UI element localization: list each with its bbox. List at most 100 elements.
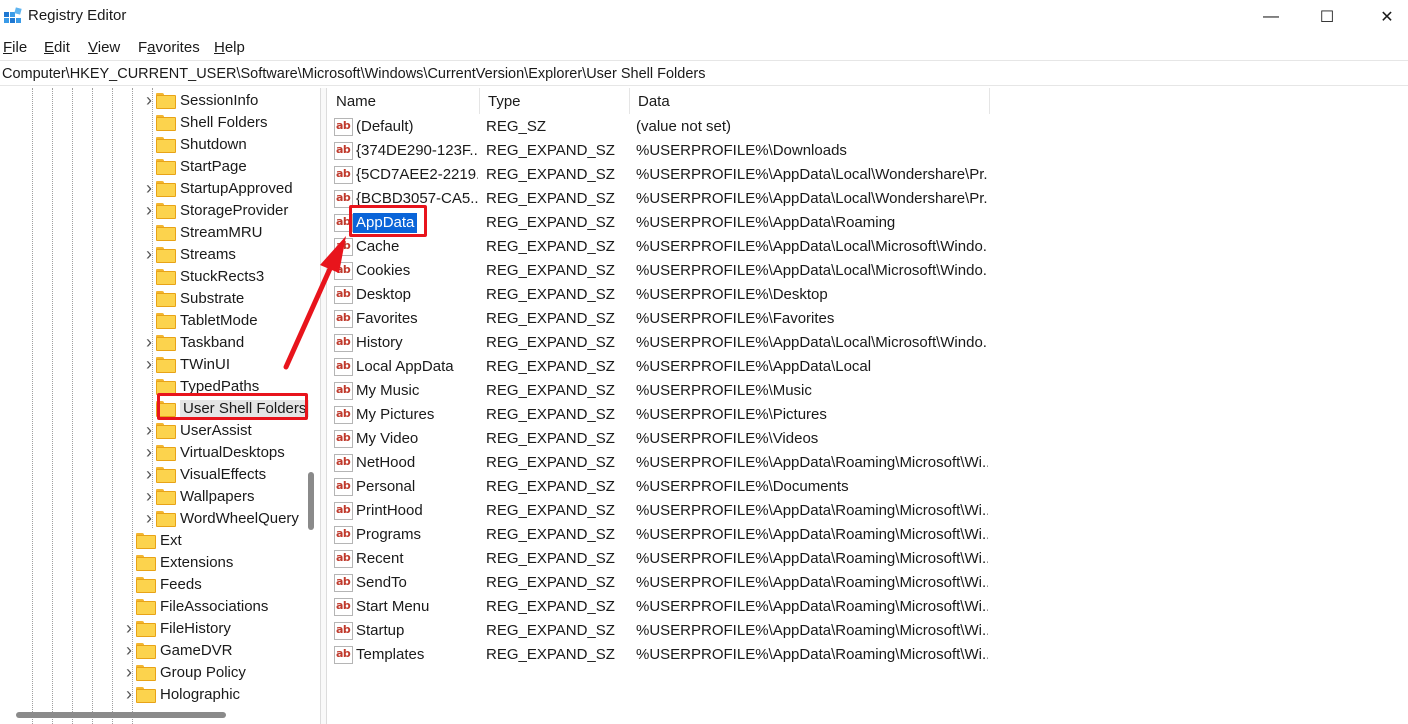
chevron-right-icon[interactable]: › (142, 177, 156, 199)
chevron-right-icon[interactable]: › (142, 331, 156, 353)
menu-help[interactable]: Help (214, 39, 245, 56)
menu-edit[interactable]: Edit (44, 39, 70, 56)
value-name: My Video (356, 430, 419, 447)
address-path: Computer\HKEY_CURRENT_USER\Software\Micr… (2, 66, 706, 82)
tree-item-shell-folders[interactable]: Shell Folders (142, 111, 268, 133)
chevron-right-icon[interactable]: › (142, 89, 156, 111)
tree-item-fileassociations[interactable]: FileAssociations (122, 595, 268, 617)
folder-icon (156, 379, 176, 395)
value-data: %USERPROFILE%\AppData\Roaming\Microsoft\… (636, 646, 988, 663)
tree-item-taskband[interactable]: › Taskband (142, 331, 244, 353)
tree-horizontal-scrollbar[interactable] (16, 712, 226, 718)
value-row-personal[interactable]: ab Personal REG_EXPAND_SZ %USERPROFILE%\Doc… (328, 475, 1028, 499)
folder-icon (136, 643, 156, 659)
chevron-right-icon[interactable]: › (142, 441, 156, 463)
value-row-cookies[interactable]: ab Cookies REG_EXPAND_SZ %USERPROFILE%\AppD… (328, 259, 1028, 283)
tree-item-label: TWinUI (180, 355, 230, 373)
values-list-pane[interactable]: Name Type Data ab (Default) REG_SZ (value n… (328, 88, 1408, 724)
tree-item-extensions[interactable]: Extensions (122, 551, 233, 573)
string-value-icon: ab (334, 406, 353, 424)
value-row-sendto[interactable]: ab SendTo REG_EXPAND_SZ %USERPROFILE%\AppDa… (328, 571, 1028, 595)
chevron-right-icon[interactable]: › (142, 507, 156, 529)
tree-item-shutdown[interactable]: Shutdown (142, 133, 247, 155)
tree-item-group-policy[interactable]: › Group Policy (122, 661, 246, 683)
chevron-right-icon[interactable]: › (142, 353, 156, 375)
chevron-right-icon[interactable]: › (142, 463, 156, 485)
value-row-start-menu[interactable]: ab Start Menu REG_EXPAND_SZ %USERPROFILE%\A… (328, 595, 1028, 619)
column-header-data[interactable]: Data (630, 88, 990, 114)
tree-item-userassist[interactable]: › UserAssist (142, 419, 252, 441)
folder-icon (156, 203, 176, 219)
value-row-local-appdata[interactable]: ab Local AppData REG_EXPAND_SZ %USERPROFILE… (328, 355, 1028, 379)
tree-item-wallpapers[interactable]: › Wallpapers (142, 485, 254, 507)
value-row-bcbd3057-ca5[interactable]: ab {BCBD3057-CA5... REG_EXPAND_SZ %USERPROF… (328, 187, 1028, 211)
chevron-right-icon[interactable]: › (142, 243, 156, 265)
value-name: Local AppData (356, 358, 454, 375)
tree-item-stuckrects3[interactable]: StuckRects3 (142, 265, 264, 287)
tree-item-filehistory[interactable]: › FileHistory (122, 617, 231, 639)
string-value-icon-text: ab (336, 575, 351, 588)
tree-vertical-scrollbar[interactable] (308, 472, 314, 530)
tree-guide-line (72, 88, 73, 724)
tree-item-streammru[interactable]: StreamMRU (142, 221, 263, 243)
column-header-type[interactable]: Type (480, 88, 630, 114)
tree-item-streams[interactable]: › Streams (142, 243, 236, 265)
value-row-history[interactable]: ab History REG_EXPAND_SZ %USERPROFILE%\AppD… (328, 331, 1028, 355)
value-row-my-video[interactable]: ab My Video REG_EXPAND_SZ %USERPROFILE%\Vid… (328, 427, 1028, 451)
value-row-desktop[interactable]: ab Desktop REG_EXPAND_SZ %USERPROFILE%\Desk… (328, 283, 1028, 307)
minimize-button[interactable]: — (1240, 0, 1302, 34)
menu-favorites[interactable]: Favorites (138, 39, 200, 56)
tree-item-substrate[interactable]: Substrate (142, 287, 244, 309)
value-row-nethood[interactable]: ab NetHood REG_EXPAND_SZ %USERPROFILE%\AppD… (328, 451, 1028, 475)
value-row-templates[interactable]: ab Templates REG_EXPAND_SZ %USERPROFILE%\Ap… (328, 643, 1028, 667)
value-row-5cd7aee2-2219[interactable]: ab {5CD7AEE2-2219... REG_EXPAND_SZ %USERPRO… (328, 163, 1028, 187)
menu-view[interactable]: View (88, 39, 120, 56)
chevron-right-icon[interactable]: › (122, 617, 136, 639)
tree-item-ext[interactable]: Ext (122, 529, 182, 551)
chevron-right-icon[interactable]: › (142, 485, 156, 507)
tree-item-sessioninfo[interactable]: › SessionInfo (142, 89, 258, 111)
address-bar[interactable]: Computer\HKEY_CURRENT_USER\Software\Micr… (0, 60, 1408, 86)
value-row-recent[interactable]: ab Recent REG_EXPAND_SZ %USERPROFILE%\AppDa… (328, 547, 1028, 571)
value-row-my-music[interactable]: ab My Music REG_EXPAND_SZ %USERPROFILE%\Mus… (328, 379, 1028, 403)
value-row-startup[interactable]: ab Startup REG_EXPAND_SZ %USERPROFILE%\AppD… (328, 619, 1028, 643)
string-value-icon-text: ab (336, 119, 351, 132)
chevron-right-icon[interactable]: › (142, 199, 156, 221)
value-row-my-pictures[interactable]: ab My Pictures REG_EXPAND_SZ %USERPROFILE%\… (328, 403, 1028, 427)
value-row-default[interactable]: ab (Default) REG_SZ (value not set) (328, 115, 1028, 139)
maximize-button[interactable]: ☐ (1296, 0, 1358, 34)
value-row-favorites[interactable]: ab Favorites REG_EXPAND_SZ %USERPROFILE%\Fa… (328, 307, 1028, 331)
chevron-right-icon[interactable]: › (122, 661, 136, 683)
string-value-icon: ab (334, 286, 353, 304)
tree-item-virtualdesktops[interactable]: › VirtualDesktops (142, 441, 285, 463)
value-row-374de290-123f[interactable]: ab {374DE290-123F... REG_EXPAND_SZ %USERPRO… (328, 139, 1028, 163)
tree-item-wordwheelquery[interactable]: › WordWheelQuery (142, 507, 299, 529)
tree-item-storageprovider[interactable]: › StorageProvider (142, 199, 288, 221)
chevron-right-icon[interactable]: › (122, 683, 136, 705)
value-row-programs[interactable]: ab Programs REG_EXPAND_SZ %USERPROFILE%\App… (328, 523, 1028, 547)
tree-item-feeds[interactable]: Feeds (122, 573, 202, 595)
tree-guide-line (32, 88, 33, 724)
tree-item-twinui[interactable]: › TWinUI (142, 353, 230, 375)
folder-icon (156, 489, 176, 505)
column-header-name[interactable]: Name (328, 88, 480, 114)
tree-item-startupapproved[interactable]: › StartupApproved (142, 177, 293, 199)
pane-splitter[interactable] (320, 88, 327, 724)
tree-item-tabletmode[interactable]: TabletMode (142, 309, 258, 331)
string-value-icon-text: ab (336, 479, 351, 492)
chevron-right-icon[interactable]: › (122, 639, 136, 661)
value-row-cache[interactable]: ab Cache REG_EXPAND_SZ %USERPROFILE%\AppDat… (328, 235, 1028, 259)
value-row-printhood[interactable]: ab PrintHood REG_EXPAND_SZ %USERPROFILE%\Ap… (328, 499, 1028, 523)
chevron-right-icon[interactable]: › (142, 419, 156, 441)
tree-item-gamedvr[interactable]: › GameDVR (122, 639, 233, 661)
tree-item-holographic[interactable]: › Holographic (122, 683, 240, 705)
tree-item-visualeffects[interactable]: › VisualEffects (142, 463, 266, 485)
close-button[interactable]: ✕ (1356, 0, 1408, 34)
value-row-appdata[interactable]: ab AppData REG_EXPAND_SZ %USERPROFILE%\AppD… (328, 211, 1028, 235)
key-tree-pane[interactable]: › SessionInfo Shell Folders Shutdown StartPa… (0, 88, 320, 724)
value-data: %USERPROFILE%\AppData\Local\Microsoft\Wi… (636, 334, 988, 351)
tree-item-startpage[interactable]: StartPage (142, 155, 247, 177)
menu-file[interactable]: File (3, 39, 27, 56)
